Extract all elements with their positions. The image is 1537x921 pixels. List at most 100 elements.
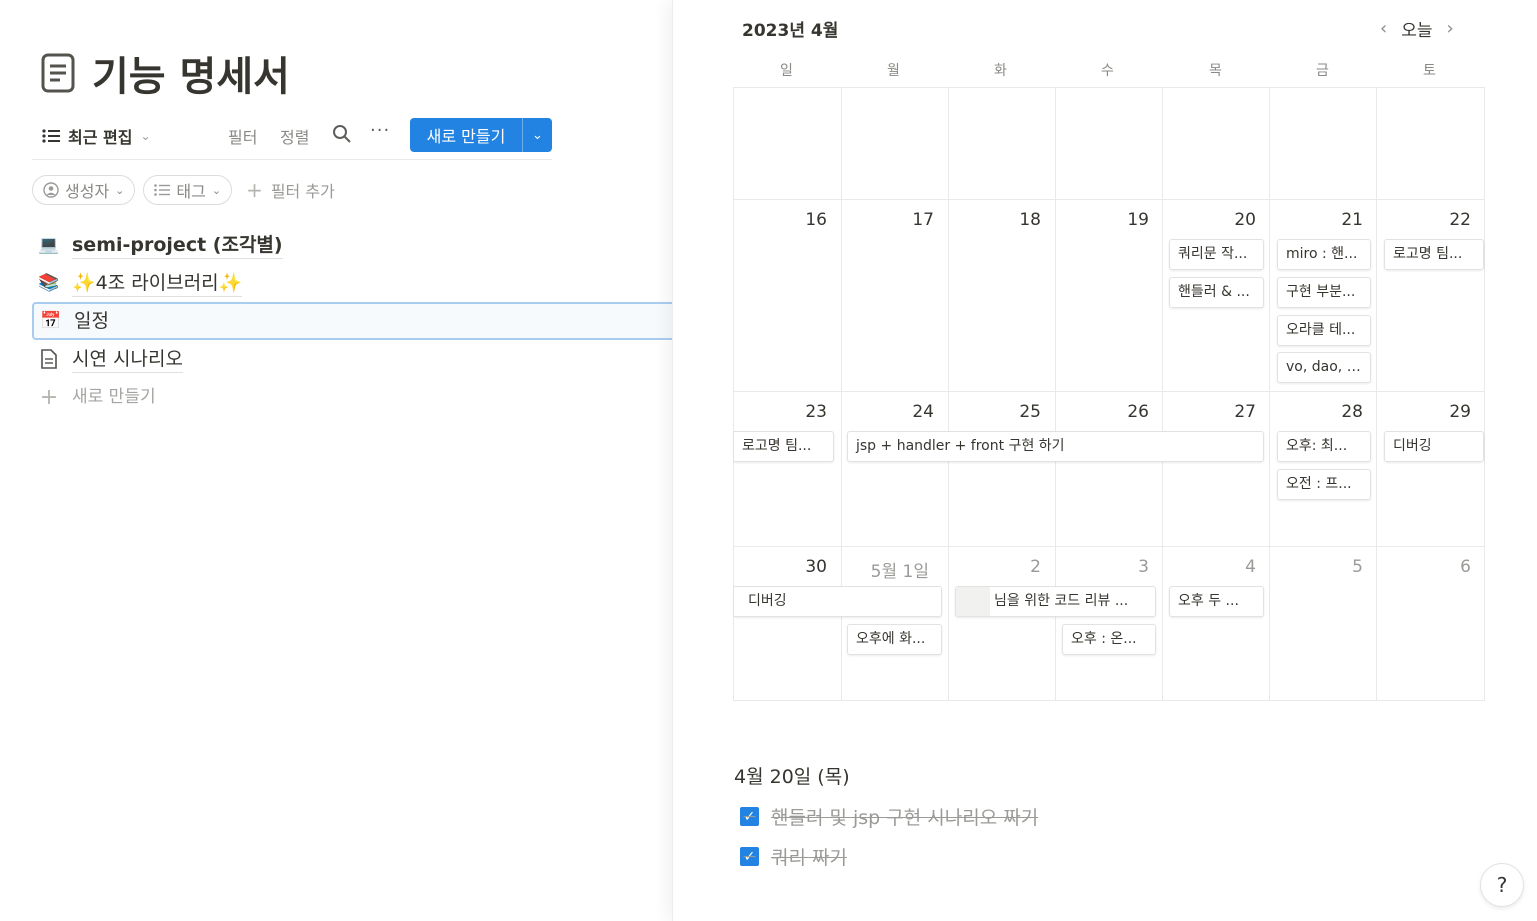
day-number[interactable]: 29 xyxy=(1371,402,1471,422)
calendar-event[interactable]: 디버깅 xyxy=(1384,431,1484,462)
grid-divider xyxy=(1376,88,1377,700)
list-item-label: 시연 시나리오 xyxy=(72,346,183,373)
calendar-event[interactable]: miro : 핸... xyxy=(1277,239,1371,270)
list-item-label: semi-project (조각별) xyxy=(72,232,283,259)
day-number[interactable]: 16 xyxy=(727,210,827,230)
database-page: 기능 명세서 최근 편집 ⌄ 필터 정렬 ··· 새로 만들기 ⌄ 생성자 ⌄ … xyxy=(0,0,672,921)
search-icon[interactable] xyxy=(332,124,352,144)
calendar-event[interactable]: 오후: 최... xyxy=(1277,431,1371,462)
weekday-label: 월 xyxy=(887,63,900,79)
weekday-label: 토 xyxy=(1423,63,1436,79)
grid-divider xyxy=(1162,88,1163,700)
view-label: 최근 편집 xyxy=(68,128,133,147)
tag-filter-label: 태그 xyxy=(176,182,206,201)
page-title[interactable]: 기능 명세서 xyxy=(92,44,290,102)
page-header: 기능 명세서 xyxy=(40,44,290,102)
calendar-event[interactable]: 오후 : 온... xyxy=(1062,624,1156,655)
filter-bar: 생성자 ⌄ 태그 ⌄ + 필터 추가 xyxy=(32,175,335,205)
day-number[interactable]: 23 xyxy=(727,402,827,422)
calendar-icon: 📅 xyxy=(40,311,62,331)
creator-filter[interactable]: 생성자 ⌄ xyxy=(32,175,136,205)
today-button[interactable]: 오늘 xyxy=(1401,16,1432,41)
day-number[interactable]: 24 xyxy=(834,402,934,422)
help-button[interactable]: ? xyxy=(1480,863,1524,907)
day-number[interactable]: 17 xyxy=(834,210,934,230)
weekday-label: 화 xyxy=(994,63,1007,79)
list-icon xyxy=(154,184,171,196)
calendar-event[interactable]: 핸들러 & ... xyxy=(1169,277,1264,308)
plus-icon: + xyxy=(39,384,59,410)
calendar-event[interactable]: 디버깅 xyxy=(734,586,942,617)
day-number[interactable]: 28 xyxy=(1263,402,1363,422)
new-button[interactable]: 새로 만들기 ⌄ xyxy=(410,118,552,152)
add-filter-button[interactable]: + 필터 추가 xyxy=(246,178,335,202)
page-list: 💻 semi-project (조각별) 📚 ✨4조 라이브러리✨ 📅 일정 시… xyxy=(32,226,672,416)
day-number[interactable]: 30 xyxy=(727,557,827,577)
list-item[interactable]: 💻 semi-project (조각별) xyxy=(32,226,672,264)
calendar-event[interactable]: 로고명 팀... xyxy=(1384,239,1484,270)
calendar-event[interactable]: 쿼리문 작... xyxy=(1169,239,1264,270)
calendar-event[interactable]: 오전 : 프... xyxy=(1277,469,1371,500)
calendar-event[interactable]: 님을 위한 코드 리뷰 ... xyxy=(955,586,1156,617)
new-page-button[interactable]: + 새로 만들기 xyxy=(32,378,672,416)
list-icon xyxy=(42,129,60,143)
day-number[interactable]: 21 xyxy=(1263,210,1363,230)
day-number[interactable]: 20 xyxy=(1156,210,1256,230)
new-dropdown-chevron-icon[interactable]: ⌄ xyxy=(522,118,552,152)
chevron-down-icon: ⌄ xyxy=(115,183,125,197)
day-number[interactable]: 5월 1일 xyxy=(829,557,929,582)
calendar-event[interactable]: 오후에 화... xyxy=(847,624,942,655)
day-number[interactable]: 19 xyxy=(1049,210,1149,230)
weekday-label: 금 xyxy=(1316,63,1329,79)
list-item[interactable]: 시연 시나리오 xyxy=(32,340,672,378)
grid-divider xyxy=(1269,88,1270,700)
calendar-event[interactable]: jsp + handler + front 구현 하기 xyxy=(847,431,1264,462)
checkbox-checked-icon[interactable]: ✓ xyxy=(740,807,759,826)
view-selector[interactable]: 최근 편집 ⌄ xyxy=(42,124,151,148)
todo-label: 쿼리 짜기 xyxy=(771,847,847,869)
person-icon xyxy=(43,182,59,198)
calendar-event[interactable]: vo, dao, s... xyxy=(1277,352,1371,383)
add-filter-label: 필터 추가 xyxy=(270,182,335,201)
calendar-event[interactable]: 오후 두 ... xyxy=(1169,586,1264,617)
calendar-event[interactable]: 구현 부분... xyxy=(1277,277,1371,308)
day-number[interactable]: 5 xyxy=(1263,557,1363,577)
day-number[interactable]: 22 xyxy=(1371,210,1471,230)
calendar-nav: ‹ 오늘 › xyxy=(1380,16,1454,41)
grid-divider xyxy=(948,88,949,700)
day-number[interactable]: 26 xyxy=(1049,402,1149,422)
chevron-down-icon: ⌄ xyxy=(140,129,151,143)
new-page-label: 새로 만들기 xyxy=(72,387,156,407)
filter-button[interactable]: 필터 xyxy=(228,124,257,148)
calendar-month-label: 2023년 4월 xyxy=(742,21,839,41)
sort-button[interactable]: 정렬 xyxy=(280,124,309,148)
calendar-event[interactable]: 로고명 팀... xyxy=(734,431,834,462)
day-number[interactable]: 25 xyxy=(941,402,1041,422)
avatar xyxy=(956,587,990,616)
todo-item[interactable]: ✓ 핸들러 및 jsp 구현 시나리오 짜기 xyxy=(740,803,1038,830)
day-number[interactable]: 6 xyxy=(1371,557,1471,577)
grid-divider xyxy=(734,199,1484,200)
plus-icon: + xyxy=(246,178,263,202)
weekday-label: 일 xyxy=(780,63,793,79)
day-number[interactable]: 3 xyxy=(1049,557,1149,577)
chevron-left-icon[interactable]: ‹ xyxy=(1380,18,1387,39)
tag-filter[interactable]: 태그 ⌄ xyxy=(143,175,233,205)
todo-item[interactable]: ✓ 쿼리 짜기 xyxy=(740,843,847,870)
checkbox-checked-icon[interactable]: ✓ xyxy=(740,847,759,866)
list-item[interactable]: 📚 ✨4조 라이브러리✨ xyxy=(32,264,672,302)
calendar-event[interactable]: 오라클 테... xyxy=(1277,315,1371,346)
day-number[interactable]: 4 xyxy=(1156,557,1256,577)
day-number[interactable]: 27 xyxy=(1156,402,1256,422)
day-number[interactable]: 2 xyxy=(941,557,1041,577)
list-item-label: ✨4조 라이브러리✨ xyxy=(72,270,243,297)
chevron-right-icon[interactable]: › xyxy=(1446,18,1453,39)
creator-filter-label: 생성자 xyxy=(65,182,110,201)
new-button-label[interactable]: 새로 만들기 xyxy=(410,123,522,147)
list-item[interactable]: 📅 일정 xyxy=(32,302,672,340)
day-number[interactable]: 18 xyxy=(941,210,1041,230)
books-icon: 📚 xyxy=(38,273,60,293)
weekday-label: 목 xyxy=(1209,63,1222,79)
list-item-label: 일정 xyxy=(74,310,109,332)
more-options-button[interactable]: ··· xyxy=(370,120,390,141)
